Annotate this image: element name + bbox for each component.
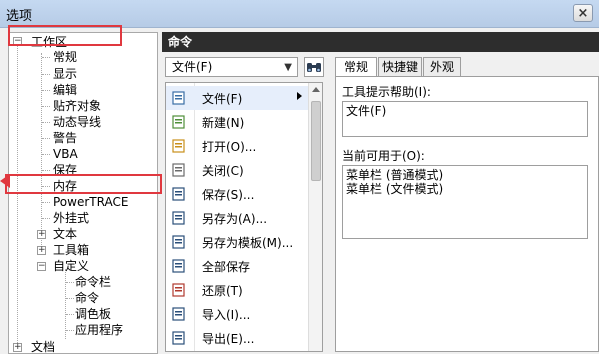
highlight-memory-box xyxy=(5,174,162,194)
tree-item-customize[interactable]: 自定义 xyxy=(53,258,89,274)
command-item[interactable]: 保存(S)... xyxy=(166,182,309,206)
title-bar: 选项 × xyxy=(0,0,599,28)
tree-item-general[interactable]: 常规 xyxy=(53,49,77,65)
command-item[interactable]: 关闭(C) xyxy=(166,158,309,182)
tooltip-help-field[interactable]: 文件(F) xyxy=(342,101,588,137)
scroll-up-icon xyxy=(312,87,320,92)
command-item[interactable]: 另存为(A)... xyxy=(166,206,309,230)
available-for-list[interactable]: 菜单栏 (普通模式) 菜单栏 (文件模式) xyxy=(342,165,588,239)
tooltip-help-label: 工具提示帮助(I): xyxy=(342,85,431,99)
import-icon xyxy=(171,306,187,322)
new-doc-icon xyxy=(171,114,187,130)
command-label: 另存为模板(M)... xyxy=(202,236,294,250)
document-expand-icon[interactable]: + xyxy=(13,343,22,352)
command-item[interactable]: 打开(O)... xyxy=(166,134,309,158)
tab-appearance[interactable]: 外观 xyxy=(423,57,461,77)
tree-item-snap[interactable]: 贴齐对象 xyxy=(53,98,101,114)
tree-item-edit[interactable]: 编辑 xyxy=(53,82,77,98)
command-label: 新建(N) xyxy=(202,116,245,130)
tree-item-display[interactable]: 显示 xyxy=(53,66,77,82)
category-select-value: 文件(F) xyxy=(172,60,213,74)
available-for-label: 当前可用于(O): xyxy=(342,149,425,163)
command-label: 全部保存 xyxy=(202,260,251,274)
command-item[interactable]: 文件(F) xyxy=(166,86,309,110)
tree-item-commands[interactable]: 命令 xyxy=(75,290,99,306)
command-item[interactable]: 另存为模板(M)... xyxy=(166,230,309,254)
tooltip-help-value: 文件(F) xyxy=(346,104,387,118)
tree-item-vba[interactable]: VBA xyxy=(53,146,78,162)
category-select[interactable]: 文件(F) ▼ xyxy=(165,57,298,77)
tree-item-palette[interactable]: 调色板 xyxy=(75,306,111,322)
customize-collapse-icon[interactable]: − xyxy=(37,262,46,271)
panel-header: 命令 xyxy=(162,32,599,52)
command-label: 保存(S)... xyxy=(202,188,255,202)
red-arrow-icon xyxy=(0,174,10,188)
command-label: 文件(F) xyxy=(202,92,243,106)
folder-open-icon xyxy=(171,138,187,154)
command-label: 导出(E)... xyxy=(202,332,255,346)
command-list: 文件(F) 新建(N) 打开(O)... 关闭(C) 保存(S)... 另存为(A)...… xyxy=(165,82,323,352)
find-binoculars-icon[interactable] xyxy=(304,57,324,77)
close-doc-icon xyxy=(171,162,187,178)
tree-item-plugins[interactable]: 外挂式 xyxy=(53,210,89,226)
command-item[interactable]: 还原(T) xyxy=(166,278,309,302)
tree-item-text[interactable]: 文本 xyxy=(53,226,77,242)
chevron-down-icon: ▼ xyxy=(284,62,292,73)
command-list-scrollbar[interactable] xyxy=(308,83,322,351)
available-item: 菜单栏 (文件模式) xyxy=(346,182,444,196)
toolbox-expand-icon[interactable]: + xyxy=(37,246,46,255)
command-label: 另存为(A)... xyxy=(202,212,268,226)
command-label: 打开(O)... xyxy=(202,140,257,154)
window-title: 选项 xyxy=(6,9,33,24)
command-item[interactable]: 导出(E)... xyxy=(166,326,309,350)
tree-item-dynamic-guides[interactable]: 动态导线 xyxy=(53,114,101,130)
command-item[interactable]: 新建(N) xyxy=(166,110,309,134)
close-button[interactable]: × xyxy=(573,4,593,22)
revert-icon xyxy=(171,282,187,298)
export-icon xyxy=(171,330,187,346)
scroll-thumb xyxy=(311,101,321,181)
tree-item-warnings[interactable]: 警告 xyxy=(53,130,77,146)
save-all-icon xyxy=(171,258,187,274)
tree-item-command-bars[interactable]: 命令栏 xyxy=(75,274,111,290)
command-item[interactable]: 全部保存 xyxy=(166,254,309,278)
command-label: 还原(T) xyxy=(202,284,243,298)
tab-shortcut-keys[interactable]: 快捷键 xyxy=(378,57,422,77)
available-item: 菜单栏 (普通模式) xyxy=(346,168,444,182)
save-as-icon xyxy=(171,210,187,226)
command-label: 导入(I)... xyxy=(202,308,251,322)
menu-icon xyxy=(171,90,187,106)
command-item[interactable]: 导入(I)... xyxy=(166,302,309,326)
save-icon xyxy=(171,186,187,202)
tab-general[interactable]: 常规 xyxy=(335,57,377,78)
general-tab-body: 工具提示帮助(I): 文件(F) 当前可用于(O): 菜单栏 (普通模式) 菜单… xyxy=(335,76,599,352)
text-expand-icon[interactable]: + xyxy=(37,230,46,239)
tree-item-powertrace[interactable]: PowerTRACE xyxy=(53,194,128,210)
tree-item-toolbox[interactable]: 工具箱 xyxy=(53,242,89,258)
submenu-arrow-icon xyxy=(297,92,302,100)
save-template-icon xyxy=(171,234,187,250)
tree-item-application[interactable]: 应用程序 xyxy=(75,322,123,338)
command-label: 关闭(C) xyxy=(202,164,244,178)
highlight-workspace-box xyxy=(8,25,122,46)
